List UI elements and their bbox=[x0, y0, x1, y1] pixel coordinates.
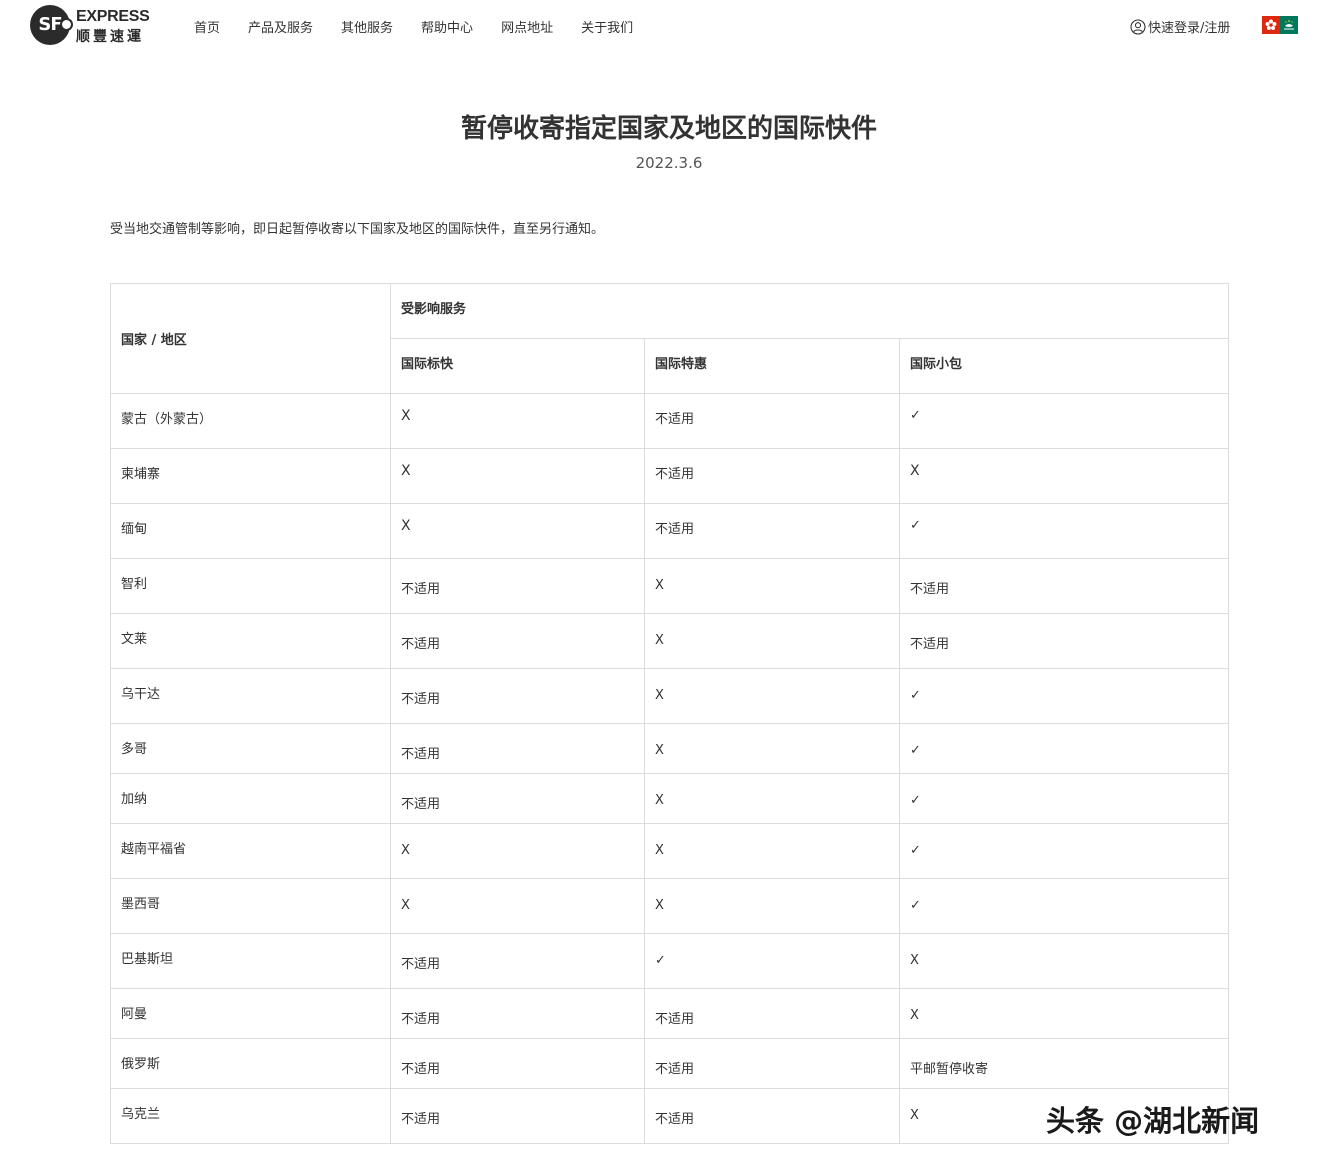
country-cell: 缅甸 bbox=[110, 503, 391, 559]
service-cell: 不适用 bbox=[644, 1088, 900, 1144]
table-row: 越南平福省 X X ✓ bbox=[110, 823, 1229, 879]
sf-logo-mark: SF bbox=[30, 5, 73, 45]
main-nav: 首页 产品及服务 其他服务 帮助中心 网点地址 关于我们 bbox=[194, 17, 661, 36]
country-cell: 阿曼 bbox=[110, 988, 391, 1039]
service-cell: 不适用 bbox=[644, 393, 900, 449]
nav-other-services[interactable]: 其他服务 bbox=[341, 17, 393, 36]
country-cell: 巴基斯坦 bbox=[110, 933, 391, 989]
table-row: 蒙古（外蒙古） X 不适用 ✓ bbox=[110, 393, 1229, 449]
nav-outlets[interactable]: 网点地址 bbox=[501, 17, 553, 36]
column-header-economy: 国际特惠 bbox=[644, 338, 900, 394]
service-cell: 不适用 bbox=[390, 988, 645, 1039]
table-row: 柬埔寨 X 不适用 X bbox=[110, 448, 1229, 504]
sf-express-logo[interactable]: SF EXPRESS 顺豐速運 bbox=[30, 4, 155, 50]
nav-products[interactable]: 产品及服务 bbox=[248, 17, 313, 36]
publish-date: 2022.3.6 bbox=[635, 154, 703, 172]
service-cell: 不适用 bbox=[644, 503, 900, 559]
user-circle-icon bbox=[1130, 18, 1146, 35]
login-label: 快速登录/注册 bbox=[1148, 21, 1231, 36]
service-cell: 不适用 bbox=[644, 448, 900, 504]
logo-chinese-text: 顺豐速運 bbox=[76, 29, 144, 45]
service-cell: X bbox=[644, 878, 900, 934]
service-cell: X bbox=[899, 933, 1229, 989]
login-register-link[interactable]: 快速登录/注册 bbox=[1130, 17, 1230, 36]
service-cell: ✓ bbox=[899, 503, 1229, 559]
table-row: 加纳 不适用 X ✓ bbox=[110, 773, 1229, 824]
service-cell: ✓ bbox=[899, 393, 1229, 449]
service-cell: 不适用 bbox=[390, 723, 645, 774]
service-cell: 不适用 bbox=[390, 1088, 645, 1144]
country-cell: 多哥 bbox=[110, 723, 391, 774]
country-cell: 文莱 bbox=[110, 613, 391, 669]
table-row: 多哥 不适用 X ✓ bbox=[110, 723, 1229, 774]
service-cell: 不适用 bbox=[899, 558, 1229, 614]
service-cell: ✓ bbox=[899, 823, 1229, 879]
country-cell: 加纳 bbox=[110, 773, 391, 824]
service-cell: 不适用 bbox=[390, 668, 645, 724]
service-cell: ✓ bbox=[644, 933, 900, 989]
service-cell: 不适用 bbox=[390, 933, 645, 989]
service-cell: 平邮暂停收寄 bbox=[899, 1038, 1229, 1089]
hong-kong-flag-icon[interactable] bbox=[1262, 16, 1280, 34]
country-cell: 蒙古（外蒙古） bbox=[110, 393, 391, 449]
service-cell: ✓ bbox=[899, 723, 1229, 774]
service-cell: ✓ bbox=[899, 773, 1229, 824]
logo-english-text: EXPRESS bbox=[76, 8, 150, 25]
service-cell: X bbox=[899, 448, 1229, 504]
table-row: 缅甸 X 不适用 ✓ bbox=[110, 503, 1229, 559]
service-cell: X bbox=[390, 878, 645, 934]
column-header-standard: 国际标快 bbox=[390, 338, 645, 394]
service-cell: 不适用 bbox=[644, 1038, 900, 1089]
table-row: 智利 不适用 X 不适用 bbox=[110, 558, 1229, 614]
macau-flag-icon[interactable] bbox=[1280, 16, 1298, 34]
column-header-small-parcel: 国际小包 bbox=[899, 338, 1229, 394]
service-cell: X bbox=[644, 668, 900, 724]
country-cell: 智利 bbox=[110, 558, 391, 614]
table-row: 阿曼 不适用 不适用 X bbox=[110, 988, 1229, 1039]
suspension-table: 国家 / 地区 受影响服务 国际标快 国际特惠 国际小包 蒙古（外蒙古） X 不适用… bbox=[110, 283, 1229, 1144]
nav-help-center[interactable]: 帮助中心 bbox=[421, 17, 473, 36]
country-cell: 墨西哥 bbox=[110, 878, 391, 934]
service-cell: ✓ bbox=[899, 878, 1229, 934]
service-cell: X bbox=[644, 773, 900, 824]
country-cell: 乌克兰 bbox=[110, 1088, 391, 1144]
service-cell: 不适用 bbox=[390, 558, 645, 614]
service-cell: 不适用 bbox=[390, 613, 645, 669]
country-cell: 俄罗斯 bbox=[110, 1038, 391, 1089]
service-cell: X bbox=[390, 823, 645, 879]
service-cell: X bbox=[644, 558, 900, 614]
country-cell: 柬埔寨 bbox=[110, 448, 391, 504]
region-switcher bbox=[1262, 16, 1298, 34]
service-cell: X bbox=[899, 988, 1229, 1039]
watermark-text: 头条 @湖北新闻 bbox=[1046, 1104, 1260, 1138]
site-header: SF EXPRESS 顺豐速運 首页 产品及服务 其他服务 帮助中心 网点地址 … bbox=[0, 0, 1318, 52]
table-row: 文莱 不适用 X 不适用 bbox=[110, 613, 1229, 669]
country-column-header: 国家 / 地区 bbox=[110, 283, 391, 394]
table-row: 巴基斯坦 不适用 ✓ X bbox=[110, 933, 1229, 989]
service-cell: 不适用 bbox=[644, 988, 900, 1039]
nav-home[interactable]: 首页 bbox=[194, 17, 220, 36]
service-cell: X bbox=[644, 613, 900, 669]
page-title: 暂停收寄指定国家及地区的国际快件 bbox=[460, 114, 877, 144]
intro-paragraph: 受当地交通管制等影响，即日起暂停收寄以下国家及地区的国际快件，直至另行通知。 bbox=[110, 222, 605, 237]
service-cell: 不适用 bbox=[390, 1038, 645, 1089]
table-row: 俄罗斯 不适用 不适用 平邮暂停收寄 bbox=[110, 1038, 1229, 1089]
nav-about[interactable]: 关于我们 bbox=[581, 17, 633, 36]
service-cell: 不适用 bbox=[899, 613, 1229, 669]
service-cell: X bbox=[390, 393, 645, 449]
service-cell: X bbox=[644, 723, 900, 774]
country-cell: 越南平福省 bbox=[110, 823, 391, 879]
table-row: 墨西哥 X X ✓ bbox=[110, 878, 1229, 934]
country-cell: 乌干达 bbox=[110, 668, 391, 724]
service-cell: X bbox=[390, 503, 645, 559]
service-cell: ✓ bbox=[899, 668, 1229, 724]
service-cell: X bbox=[644, 823, 900, 879]
service-cell: 不适用 bbox=[390, 773, 645, 824]
table-row: 乌干达 不适用 X ✓ bbox=[110, 668, 1229, 724]
service-cell: X bbox=[390, 448, 645, 504]
affected-services-header: 受影响服务 bbox=[390, 283, 1229, 339]
